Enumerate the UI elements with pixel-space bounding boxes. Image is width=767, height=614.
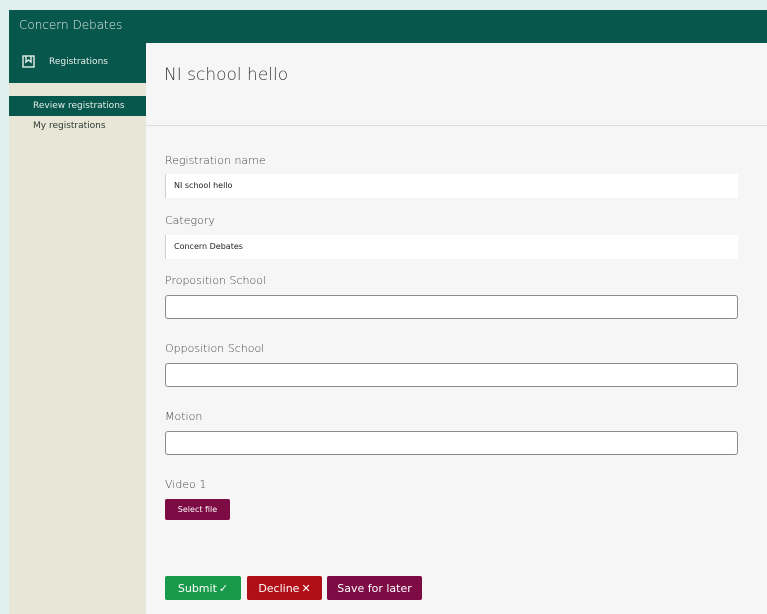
category-label: Category — [165, 214, 215, 227]
submit-button[interactable]: Submit ✓ — [165, 576, 241, 600]
sidebar-nav: Review registrations My registrations — [9, 96, 146, 136]
decline-button[interactable]: Decline ✕ — [247, 576, 322, 600]
motion-label: Motion — [165, 410, 203, 423]
divider — [146, 125, 767, 126]
decline-label: Decline — [258, 581, 300, 595]
sidebar-item-my-registrations[interactable]: My registrations — [9, 116, 146, 136]
submit-label: Submit — [177, 581, 217, 595]
save-for-later-button[interactable]: Save for later — [327, 576, 422, 600]
sidebar-item-review-registrations[interactable]: Review registrations — [9, 96, 146, 116]
proposition-school-label: Proposition School — [165, 274, 267, 287]
page-title: NI school hello — [164, 65, 289, 85]
motion-input[interactable] — [165, 431, 738, 455]
category-value: Concern Debates — [165, 235, 738, 259]
main-content: NI school hello Registration name NI sch… — [146, 43, 767, 614]
select-file-button[interactable]: Select file — [165, 499, 230, 520]
proposition-school-input[interactable] — [165, 295, 738, 319]
app-title: Concern Debates — [19, 18, 123, 32]
sidebar-section-registrations[interactable]: Registrations — [9, 43, 146, 83]
close-icon: ✕ — [301, 581, 311, 595]
opposition-school-input[interactable] — [165, 363, 738, 387]
check-icon: ✓ — [218, 581, 229, 595]
video-1-label: Video 1 — [165, 478, 207, 491]
sidebar-section-label: Registrations — [49, 57, 108, 67]
opposition-school-label: Opposition School — [165, 342, 265, 355]
registration-name-label: Registration name — [165, 154, 266, 167]
sidebar: Registrations Review registrations My re… — [9, 43, 146, 614]
bookmark-icon — [22, 55, 35, 68]
top-bar: Concern Debates — [9, 10, 767, 43]
registration-name-value: NI school hello — [165, 174, 738, 198]
